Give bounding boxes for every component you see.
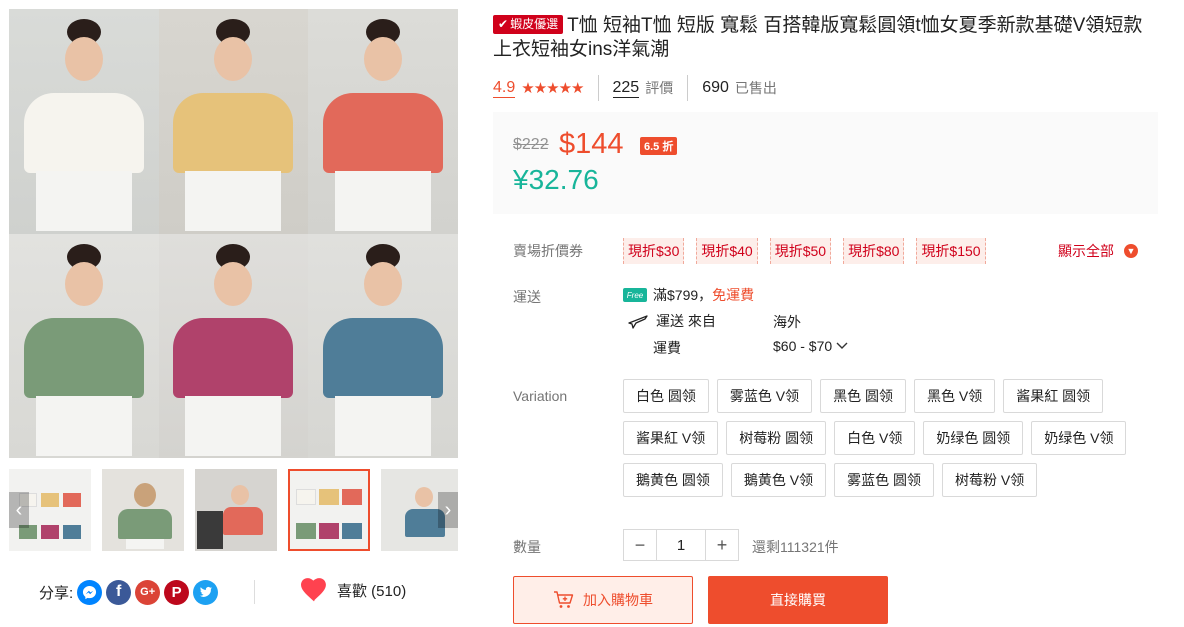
price-box: $222 $144 6.5 折 ¥32.76 bbox=[493, 112, 1158, 214]
shipping-fee-dropdown[interactable]: $60 - $70 bbox=[773, 338, 848, 354]
photo-yellow-shirt bbox=[158, 9, 309, 234]
preferred-badge: ✔ 蝦皮優選 bbox=[493, 15, 564, 34]
variation-option[interactable]: 雾蓝色 V领 bbox=[716, 379, 813, 413]
show-all-vouchers[interactable]: 顯示全部 ▼ bbox=[1058, 241, 1138, 261]
voucher-label: 賣場折價券 bbox=[513, 243, 583, 259]
voucher-chip[interactable]: 現折$150 bbox=[916, 238, 986, 264]
cart-add-icon bbox=[554, 591, 574, 608]
preferred-badge-label: 蝦皮優選 bbox=[510, 17, 559, 31]
thumbnail[interactable] bbox=[195, 469, 277, 551]
sold-count: 690 bbox=[702, 79, 729, 96]
rating-row: 4.9 ★★★★★ 225 評價 690 已售出 bbox=[493, 75, 777, 101]
messenger-icon[interactable] bbox=[77, 579, 103, 605]
discount-badge: 6.5 折 bbox=[640, 137, 678, 155]
shipping-label: 運送 bbox=[513, 289, 541, 305]
photo-blue-shirt bbox=[308, 233, 458, 458]
stock-remaining: 還剩111321件 bbox=[752, 539, 839, 555]
thumbnail-active[interactable] bbox=[288, 469, 370, 551]
cny-price: ¥32.76 bbox=[513, 164, 599, 195]
variation-option[interactable]: 鵝黄色 V领 bbox=[730, 463, 827, 497]
shipping-fee-label: 運費 bbox=[653, 340, 681, 356]
variation-option[interactable]: 奶绿色 V领 bbox=[1031, 421, 1127, 455]
like-count: 喜歡 (510) bbox=[337, 582, 407, 600]
heart-icon bbox=[301, 578, 326, 602]
thumbnail-strip bbox=[9, 469, 458, 551]
main-product-image[interactable] bbox=[9, 9, 458, 458]
ratings-label: 評價 bbox=[645, 80, 674, 96]
variation-option[interactable]: 黑色 V领 bbox=[914, 379, 996, 413]
product-title-text: T恤 短袖T恤 短版 寬鬆 百搭韓版寬鬆圓領t恤女夏季新款基礎V領短款上衣短袖女… bbox=[493, 15, 1143, 60]
ratings-count[interactable]: 225 bbox=[612, 79, 640, 98]
photo-coral-shirt bbox=[308, 9, 458, 234]
variation-option[interactable]: 酱果紅 圆领 bbox=[1003, 379, 1104, 413]
thumbnail-prev-button[interactable]: ‹ bbox=[9, 492, 29, 528]
quantity-increase-button[interactable]: + bbox=[706, 530, 738, 560]
voucher-list: 現折$30 現折$40 現折$50 現折$80 現折$150 bbox=[623, 238, 986, 264]
voucher-chip[interactable]: 現折$80 bbox=[843, 238, 905, 264]
chevron-down-icon bbox=[836, 342, 848, 349]
thumbnail-next-button[interactable]: › bbox=[438, 492, 458, 528]
share-divider bbox=[254, 580, 255, 604]
share-label: 分享: bbox=[39, 584, 74, 602]
twitter-icon[interactable] bbox=[193, 579, 219, 605]
rating-value[interactable]: 4.9 bbox=[493, 79, 516, 98]
voucher-chip[interactable]: 現折$40 bbox=[696, 238, 758, 264]
chevron-left-icon: ‹ bbox=[15, 498, 23, 521]
ship-from-value: 海外 bbox=[773, 314, 801, 330]
variation-option[interactable]: 树莓粉 圆领 bbox=[726, 421, 827, 455]
pinterest-icon[interactable]: P bbox=[164, 579, 190, 605]
rating-stars: ★★★★★ bbox=[521, 80, 584, 97]
free-shipping-icon: Free bbox=[623, 288, 647, 302]
quantity-stepper: − 1 + bbox=[623, 529, 739, 561]
like-button[interactable]: 喜歡 (510) bbox=[301, 578, 406, 602]
voucher-chip[interactable]: 現折$30 bbox=[623, 238, 685, 264]
buy-now-label: 直接購買 bbox=[770, 592, 826, 608]
sale-price: $144 bbox=[559, 128, 624, 160]
variation-option[interactable]: 奶绿色 圆领 bbox=[923, 421, 1024, 455]
variation-option[interactable]: 鵝黄色 圆领 bbox=[623, 463, 723, 497]
variation-option[interactable]: 酱果紅 V领 bbox=[623, 421, 719, 455]
variation-option[interactable]: 雾蓝色 圆领 bbox=[834, 463, 935, 497]
buy-now-button[interactable]: 直接購買 bbox=[708, 576, 888, 624]
voucher-chip[interactable]: 現折$50 bbox=[769, 238, 832, 264]
variation-options: 白色 圆领 雾蓝色 V领 黑色 圆领 黑色 V领 酱果紅 圆领 酱果紅 V领 树… bbox=[623, 379, 1143, 497]
free-shipping-threshold: 滿$799，免運費 bbox=[653, 287, 755, 303]
add-to-cart-button[interactable]: 加入購物車 bbox=[513, 576, 693, 624]
variation-option[interactable]: 白色 圆领 bbox=[623, 379, 709, 413]
product-title: ✔ 蝦皮優選 T恤 短袖T恤 短版 寬鬆 百搭韓版寬鬆圓領t恤女夏季新款基礎V領… bbox=[493, 14, 1153, 62]
variation-option[interactable]: 黑色 圆领 bbox=[820, 379, 907, 413]
free-shipping-row: Free 滿$799，免運費 bbox=[623, 285, 754, 305]
quantity-label: 數量 bbox=[513, 539, 541, 555]
photo-raspberry-shirt bbox=[158, 233, 309, 458]
quantity-input[interactable]: 1 bbox=[656, 530, 706, 560]
photo-white-shirt bbox=[9, 9, 159, 234]
ship-from-row: 運送 來自 bbox=[628, 311, 716, 331]
chevron-down-icon: ▼ bbox=[1124, 244, 1138, 258]
shipping-fee-value: $60 - $70 bbox=[773, 338, 833, 354]
airplane-icon bbox=[628, 315, 648, 329]
sold-label: 已售出 bbox=[734, 80, 777, 96]
check-icon: ✔ bbox=[498, 17, 509, 31]
google-plus-icon[interactable]: G+ bbox=[135, 579, 161, 605]
thumbnail[interactable] bbox=[102, 469, 184, 551]
ship-from-label: 運送 來自 bbox=[656, 313, 716, 329]
photo-green-shirt bbox=[9, 233, 159, 458]
original-price: $222 bbox=[513, 136, 549, 153]
variation-label: Variation bbox=[513, 388, 568, 404]
facebook-icon[interactable]: f bbox=[106, 579, 132, 605]
add-to-cart-label: 加入購物車 bbox=[583, 592, 653, 608]
chevron-right-icon: › bbox=[444, 498, 452, 521]
share-row: 分享: f G+ P bbox=[39, 578, 219, 606]
variation-option[interactable]: 树莓粉 V领 bbox=[942, 463, 1038, 497]
quantity-decrease-button[interactable]: − bbox=[624, 530, 656, 560]
variation-option[interactable]: 白色 V领 bbox=[834, 421, 916, 455]
show-all-label: 顯示全部 bbox=[1058, 243, 1114, 259]
